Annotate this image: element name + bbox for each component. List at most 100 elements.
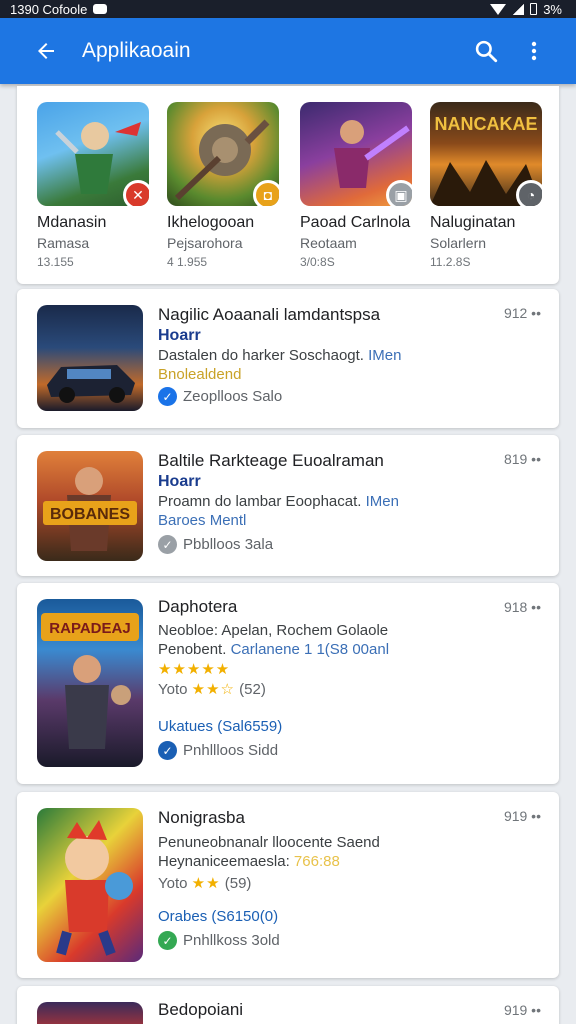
status-time: 1390 Cofoole <box>10 1 88 17</box>
app-menu-button[interactable]: 819 •• <box>504 451 541 467</box>
app-description-text: Dastalen do harker Soschaogt. <box>158 347 364 364</box>
app-list-item[interactable]: Nagilic Aoaanali lamdantspsa Hoarr Dasta… <box>17 289 559 428</box>
featured-app-name: Mdanasin <box>37 214 107 231</box>
app-tag: Baroes Mentl <box>158 512 247 529</box>
shield-icon: ◘ <box>253 180 279 206</box>
app-status-text: Pnhllkoss 3old <box>183 932 280 949</box>
search-icon <box>475 40 498 63</box>
timer-icon: ◔ <box>516 180 542 206</box>
search-button[interactable] <box>462 27 510 75</box>
featured-app-category: Pejsarohora <box>167 235 243 251</box>
app-tag: Bnolealdend <box>158 366 242 383</box>
app-status: ✓ Pnhllloos Sidd <box>158 741 489 760</box>
app-list-item[interactable]: RAPADEAJ Daphotera Neobloe: Apelan, Roch… <box>17 583 559 784</box>
app-status: ✓ Zeoplloos Salo <box>158 387 489 406</box>
featured-app-category: Solarlern <box>430 235 487 251</box>
rating-stars: ★★ <box>191 875 221 892</box>
app-description-text: Proamn do lambar Eoophacat. <box>158 493 362 510</box>
app-description: Penobent. Carlanene 1 1(S8 00anl <box>158 641 489 658</box>
signal-icon <box>512 3 525 15</box>
app-description-text: Penobent. <box>158 641 227 658</box>
featured-app-category: Reotaam <box>300 235 357 251</box>
battery-icon <box>530 3 538 15</box>
app-icon: BOBANES <box>37 451 143 561</box>
app-icon: NANCAKAE ◔ <box>430 102 542 206</box>
check-circle-icon: ✓ <box>158 387 177 406</box>
app-title: Baltile Rarkteage Euoalraman <box>158 451 384 470</box>
app-menu-button[interactable]: 918 •• <box>504 599 541 615</box>
app-icon <box>37 305 143 411</box>
app-list-item[interactable]: BOBANES Baltile Rarkteage Euoalraman Hoa… <box>17 435 559 576</box>
page-title: Applikaoain <box>82 39 191 62</box>
featured-app-3[interactable]: ▣ Paoad Carlnola Reotaam 3/0:8S <box>300 102 412 269</box>
app-description-highlight: IMen <box>368 347 402 364</box>
app-description-highlight: Carlanene 1 1(S8 00anl <box>230 641 390 658</box>
updates-link[interactable]: Ukatues (Sal6559) <box>158 718 489 735</box>
rating-row: Yoto ★★☆ (52) <box>158 680 489 698</box>
app-subtitle: Neobloe: Apelan, Rochem Golaole <box>158 622 389 639</box>
app-status: ✓ Pbblloos 3ala <box>158 535 489 554</box>
app-description-highlight: 766:88 <box>293 853 340 870</box>
star-rating: ★★★★★ <box>158 661 231 678</box>
app-title: Daphotera <box>158 597 238 616</box>
more-options-button[interactable] <box>510 27 558 75</box>
app-developer: Hoarr <box>158 473 201 490</box>
featured-app-meta: 3/0:8S <box>300 255 335 269</box>
featured-app-2[interactable]: ◘ Ikhelogooan Pejsarohora 4 1.955 <box>167 102 279 269</box>
app-bar: Applikaoain <box>0 18 576 84</box>
rating-count: (52) <box>239 681 266 698</box>
rating-row: Yoto ★★ (59) <box>158 874 489 892</box>
app-description: Heynaniceemaesla: 766:88 <box>158 853 489 870</box>
rating-label: Yoto <box>158 875 188 892</box>
app-description-highlight: IMen <box>365 493 399 510</box>
tools-icon: ✕ <box>123 180 149 206</box>
back-button[interactable] <box>18 23 74 79</box>
rating-label: Yoto <box>158 681 188 698</box>
app-menu-button[interactable]: 919 •• <box>504 1002 541 1018</box>
app-subtitle: Penuneobnanalr lloocente Saend <box>158 834 380 851</box>
arrow-back-icon <box>38 43 54 59</box>
app-description: Dastalen do harker Soschaogt. IMen <box>158 347 489 364</box>
notification-icon <box>93 4 108 14</box>
check-circle-icon: ✓ <box>158 931 177 950</box>
more-vert-icon <box>531 41 537 61</box>
box-icon: ▣ <box>386 180 412 206</box>
svg-text:BOBANES: BOBANES <box>50 506 130 523</box>
app-title: Nonigrasba <box>158 808 245 827</box>
app-description: Proamn do lambar Eoophacat. IMen <box>158 493 489 510</box>
check-circle-icon: ✓ <box>158 741 177 760</box>
featured-app-1[interactable]: ✕ Mdanasin Ramasa 13.155 <box>37 102 149 269</box>
featured-app-meta: 13.155 <box>37 255 74 269</box>
app-icon: ◘ <box>167 102 279 206</box>
app-status: ✓ Pnhllkoss 3old <box>158 931 489 950</box>
app-title: Nagilic Aoaanali lamdantspsa <box>158 305 381 324</box>
app-description-text: Heynaniceemaesla: <box>158 853 290 870</box>
app-icon: ✕ <box>37 102 149 206</box>
app-icon <box>37 1002 143 1024</box>
app-menu-button[interactable]: 912 •• <box>504 305 541 321</box>
rating-count: (59) <box>224 875 252 892</box>
app-icon: RAPADEAJ <box>37 599 143 767</box>
featured-app-meta: 11.2.8S <box>430 255 471 269</box>
featured-app-name: Paoad Carlnola <box>300 214 411 231</box>
featured-app-category: Ramasa <box>37 235 90 251</box>
battery-level: 3% <box>543 1 562 17</box>
app-icon: ▣ <box>300 102 412 206</box>
app-developer: Hoarr <box>158 327 201 344</box>
svg-text:RAPADEAJ: RAPADEAJ <box>49 620 130 637</box>
wifi-icon <box>490 3 507 15</box>
svg-text:NANCAKAE: NANCAKAE <box>435 114 538 134</box>
featured-app-name: Ikhelogooan <box>167 214 255 231</box>
featured-app-4[interactable]: NANCAKAE ◔ Naluginatan Solarlern 11.2.8S <box>430 102 542 269</box>
featured-app-name: Naluginatan <box>430 214 516 231</box>
app-list-item[interactable]: Nonigrasba Penuneobnanalr lloocente Saen… <box>17 792 559 978</box>
featured-carousel: ✕ Mdanasin Ramasa 13.155 ◘ Ikhelogooan P… <box>17 86 559 284</box>
updates-link[interactable]: Orabes (S6150(0) <box>158 908 489 925</box>
rating-stars: ★★☆ <box>191 681 235 698</box>
status-bar: 1390 Cofoole 3% <box>0 0 576 18</box>
app-list-item[interactable]: Bedopoiani 919 •• <box>17 986 559 1024</box>
app-menu-button[interactable]: 919 •• <box>504 808 541 824</box>
check-circle-icon: ✓ <box>158 535 177 554</box>
app-title: Bedopoiani <box>158 1000 244 1019</box>
featured-app-meta: 4 1.955 <box>167 255 208 269</box>
